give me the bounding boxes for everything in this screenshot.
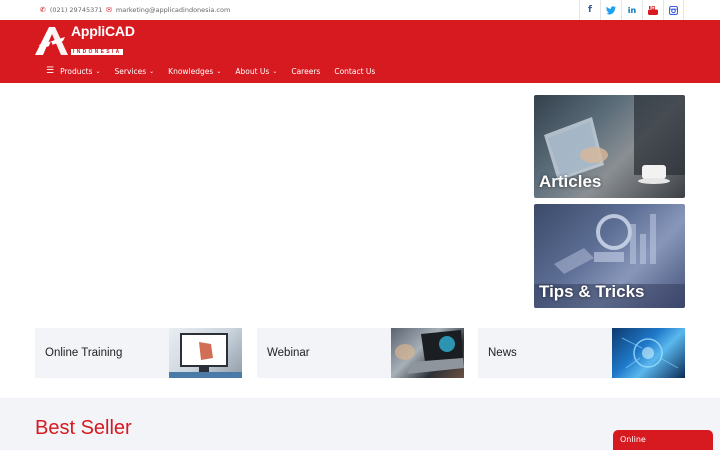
online-training-label: Online Training bbox=[45, 347, 123, 359]
nav-contact-us-label: Contact Us bbox=[334, 66, 376, 76]
webinar-label: Webinar bbox=[267, 347, 310, 359]
phone-number: (021) 29745371 bbox=[49, 6, 103, 14]
twitter-bird-glyph bbox=[606, 5, 616, 14]
news-image bbox=[612, 328, 685, 378]
nav-services-label: Services bbox=[114, 66, 147, 76]
online-training-image bbox=[169, 328, 242, 378]
nav-knowledges[interactable]: Knowledges ⌄ bbox=[168, 67, 221, 76]
logo-subtitle: INDONESIA bbox=[71, 49, 124, 55]
tips-tricks-tile[interactable]: Tips & Tricks bbox=[534, 204, 685, 308]
webinar-image bbox=[391, 328, 464, 378]
instagram-glyph bbox=[669, 5, 678, 15]
logo-name: AppliCAD bbox=[71, 23, 135, 39]
online-training-card[interactable]: Online Training bbox=[35, 328, 242, 378]
youtube-icon[interactable] bbox=[642, 0, 663, 20]
site-logo[interactable]: AppliCAD INDONESIA bbox=[35, 23, 135, 57]
email-address: marketing@applicadindonesia.com bbox=[115, 6, 231, 14]
nav-services[interactable]: Services ⌄ bbox=[115, 67, 155, 76]
laptop-illustration bbox=[395, 330, 464, 374]
applicad-logo-icon bbox=[35, 27, 68, 55]
nav-about-us-label: About Us bbox=[235, 66, 270, 76]
webinar-card[interactable]: Webinar bbox=[257, 328, 464, 378]
online-chat-label: Online bbox=[620, 435, 646, 444]
chevron-down-icon: ⌄ bbox=[149, 67, 155, 75]
social-links: f in bbox=[579, 0, 684, 20]
logo-wordmark: AppliCAD INDONESIA bbox=[71, 23, 135, 57]
best-seller-title: Best Seller bbox=[35, 417, 132, 439]
instagram-icon[interactable] bbox=[663, 0, 684, 20]
articles-label: Articles bbox=[539, 172, 602, 191]
chevron-down-icon: ⌄ bbox=[272, 67, 278, 75]
online-chat-button[interactable]: Online bbox=[613, 430, 713, 450]
site-header: AppliCAD INDONESIA ☰ Products ⌄ Services… bbox=[0, 20, 720, 83]
menu-icon: ☰ bbox=[46, 65, 55, 76]
monitor-illustration bbox=[169, 333, 242, 378]
nav-contact-us[interactable]: Contact Us bbox=[334, 67, 375, 76]
nav-products-label: Products bbox=[60, 66, 93, 76]
tech-illustration bbox=[621, 337, 679, 369]
news-card[interactable]: News bbox=[478, 328, 685, 378]
nav-careers[interactable]: Careers bbox=[291, 67, 320, 76]
nav-careers-label: Careers bbox=[291, 66, 321, 76]
chevron-down-icon: ⌄ bbox=[216, 67, 222, 75]
twitter-icon[interactable] bbox=[600, 0, 621, 20]
nav-products[interactable]: ☰ Products ⌄ bbox=[46, 65, 101, 76]
nav-about-us[interactable]: About Us ⌄ bbox=[235, 67, 277, 76]
youtube-glyph bbox=[648, 5, 658, 15]
linkedin-icon[interactable]: in bbox=[621, 0, 642, 20]
email-contact[interactable]: ✉ marketing@applicadindonesia.com bbox=[106, 6, 230, 14]
news-label: News bbox=[488, 347, 517, 359]
facebook-icon[interactable]: f bbox=[579, 0, 600, 20]
nav-knowledges-label: Knowledges bbox=[168, 66, 214, 76]
chevron-down-icon: ⌄ bbox=[95, 67, 101, 75]
articles-tile[interactable]: Articles bbox=[534, 95, 685, 198]
phone-icon: ✆ bbox=[40, 5, 46, 14]
main-nav: ☰ Products ⌄ Services ⌄ Knowledges ⌄ Abo… bbox=[46, 65, 389, 77]
mail-icon: ✉ bbox=[106, 5, 112, 14]
tips-tricks-label: Tips & Tricks bbox=[539, 282, 645, 301]
top-bar: ✆ (021) 29745371 ✉ marketing@applicadind… bbox=[0, 0, 720, 20]
best-seller-section: Best Seller bbox=[0, 398, 720, 450]
phone-contact[interactable]: ✆ (021) 29745371 bbox=[40, 6, 103, 14]
